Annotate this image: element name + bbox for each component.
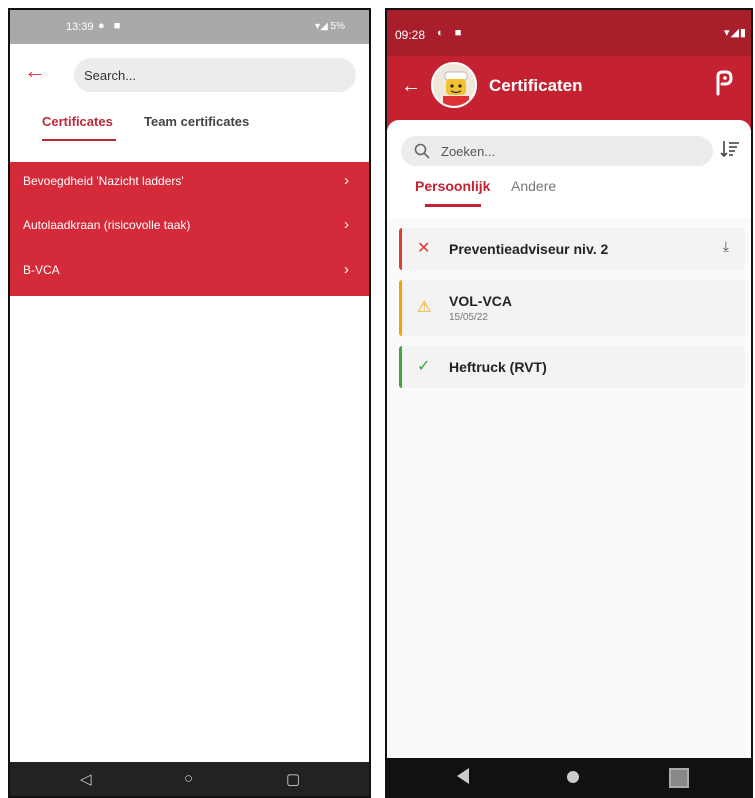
status-bar: 13:39 ● ■ ▾◢ 5% [10,10,369,44]
nav-back-icon[interactable]: ◁ [80,770,92,788]
tab-andere[interactable]: Andere [511,178,556,194]
certificate-card[interactable]: ✓ Heftruck (RVT) [399,346,745,388]
list-item[interactable]: B-VCA › [10,251,369,301]
avatar-figure-icon [433,64,475,106]
nav-home-icon[interactable] [567,771,579,783]
system-nav-bar [387,758,751,796]
close-icon: ✕ [417,240,431,257]
chevron-right-icon: › [344,216,349,233]
status-bar-accent [399,280,402,336]
download-icon[interactable]: ⤓ [723,238,729,255]
sort-icon[interactable] [719,138,741,160]
phone-right: 09:28 ◐ ■ ▾◢▮ ← Certificaten Zoeken... P… [385,8,753,798]
brand-logo-icon [716,70,733,96]
list-item[interactable]: Bevoegdheid 'Nazicht ladders' › [10,162,369,212]
status-time: 09:28 [395,28,426,42]
list-item-label: Bevoegdheid 'Nazicht ladders' [23,174,184,188]
notification-icons: ◐ ■ [437,27,466,39]
system-nav-bar: ◁ ○ ▢ [10,762,369,796]
certificate-list: Bevoegdheid 'Nazicht ladders' › Autolaad… [10,162,369,296]
nav-home-icon[interactable]: ○ [184,770,193,787]
search-and-tabs: Persoonlijk Andere [387,120,751,218]
certificate-name: VOL-VCA [449,293,512,309]
list-item-label: Autolaadkraan (risicovolle taak) [23,218,191,232]
list-item[interactable]: Autolaadkraan (risicovolle taak) › [10,206,369,256]
tab-certificates[interactable]: Certificates [42,114,113,129]
back-arrow-icon[interactable]: ← [401,76,421,96]
signal-icon: ▾◢ [315,21,331,32]
nav-recent-icon[interactable] [669,768,689,788]
certificate-name: Preventieadviseur niv. 2 [449,241,609,257]
certificate-card[interactable]: ✕ Preventieadviseur niv. 2 ⤓ [399,228,745,270]
back-arrow-icon[interactable]: ← [24,60,46,82]
avatar[interactable] [431,62,477,108]
nav-recent-icon[interactable]: ▢ [286,770,300,788]
phone-left: 13:39 ● ■ ▾◢ 5% ← Certificates Team cert… [8,8,371,798]
search-input[interactable] [74,58,356,92]
check-icon: ✓ [417,358,431,375]
status-bar: 09:28 ◐ ■ ▾◢▮ [387,10,751,56]
signal-battery-icon: ▾◢▮ [723,27,747,39]
tab-team-certificates[interactable]: Team certificates [144,114,249,129]
warning-icon: ⚠ [417,299,432,316]
status-bar-accent [399,346,402,388]
status-battery: ▾◢ 5% [315,21,345,32]
active-tab-indicator [42,139,116,141]
nav-back-icon[interactable] [457,768,469,784]
chevron-right-icon: › [344,172,349,189]
search-input[interactable] [441,136,701,166]
certificate-name: Heftruck (RVT) [449,359,547,375]
list-item-label: B-VCA [23,263,60,277]
app-header: ← Certificates Team certificates [10,44,369,152]
certificate-list: ✕ Preventieadviseur niv. 2 ⤓ ⚠ VOL-VCA 1… [387,218,751,762]
notification-icons: ● ■ [98,20,124,32]
status-bar-accent [399,228,402,270]
active-tab-indicator [425,204,481,207]
tab-persoonlijk[interactable]: Persoonlijk [415,178,490,194]
battery-percent: 5% [330,21,345,32]
certificate-card[interactable]: ⚠ VOL-VCA 15/05/22 [399,280,745,336]
search-box[interactable] [401,136,713,166]
status-time: 13:39 [66,21,94,33]
app-header: 09:28 ◐ ■ ▾◢▮ ← Certificaten [387,10,751,130]
search-icon [414,143,430,159]
chevron-right-icon: › [344,261,349,278]
certificate-date: 15/05/22 [449,312,488,323]
page-title: Certificaten [489,76,583,95]
